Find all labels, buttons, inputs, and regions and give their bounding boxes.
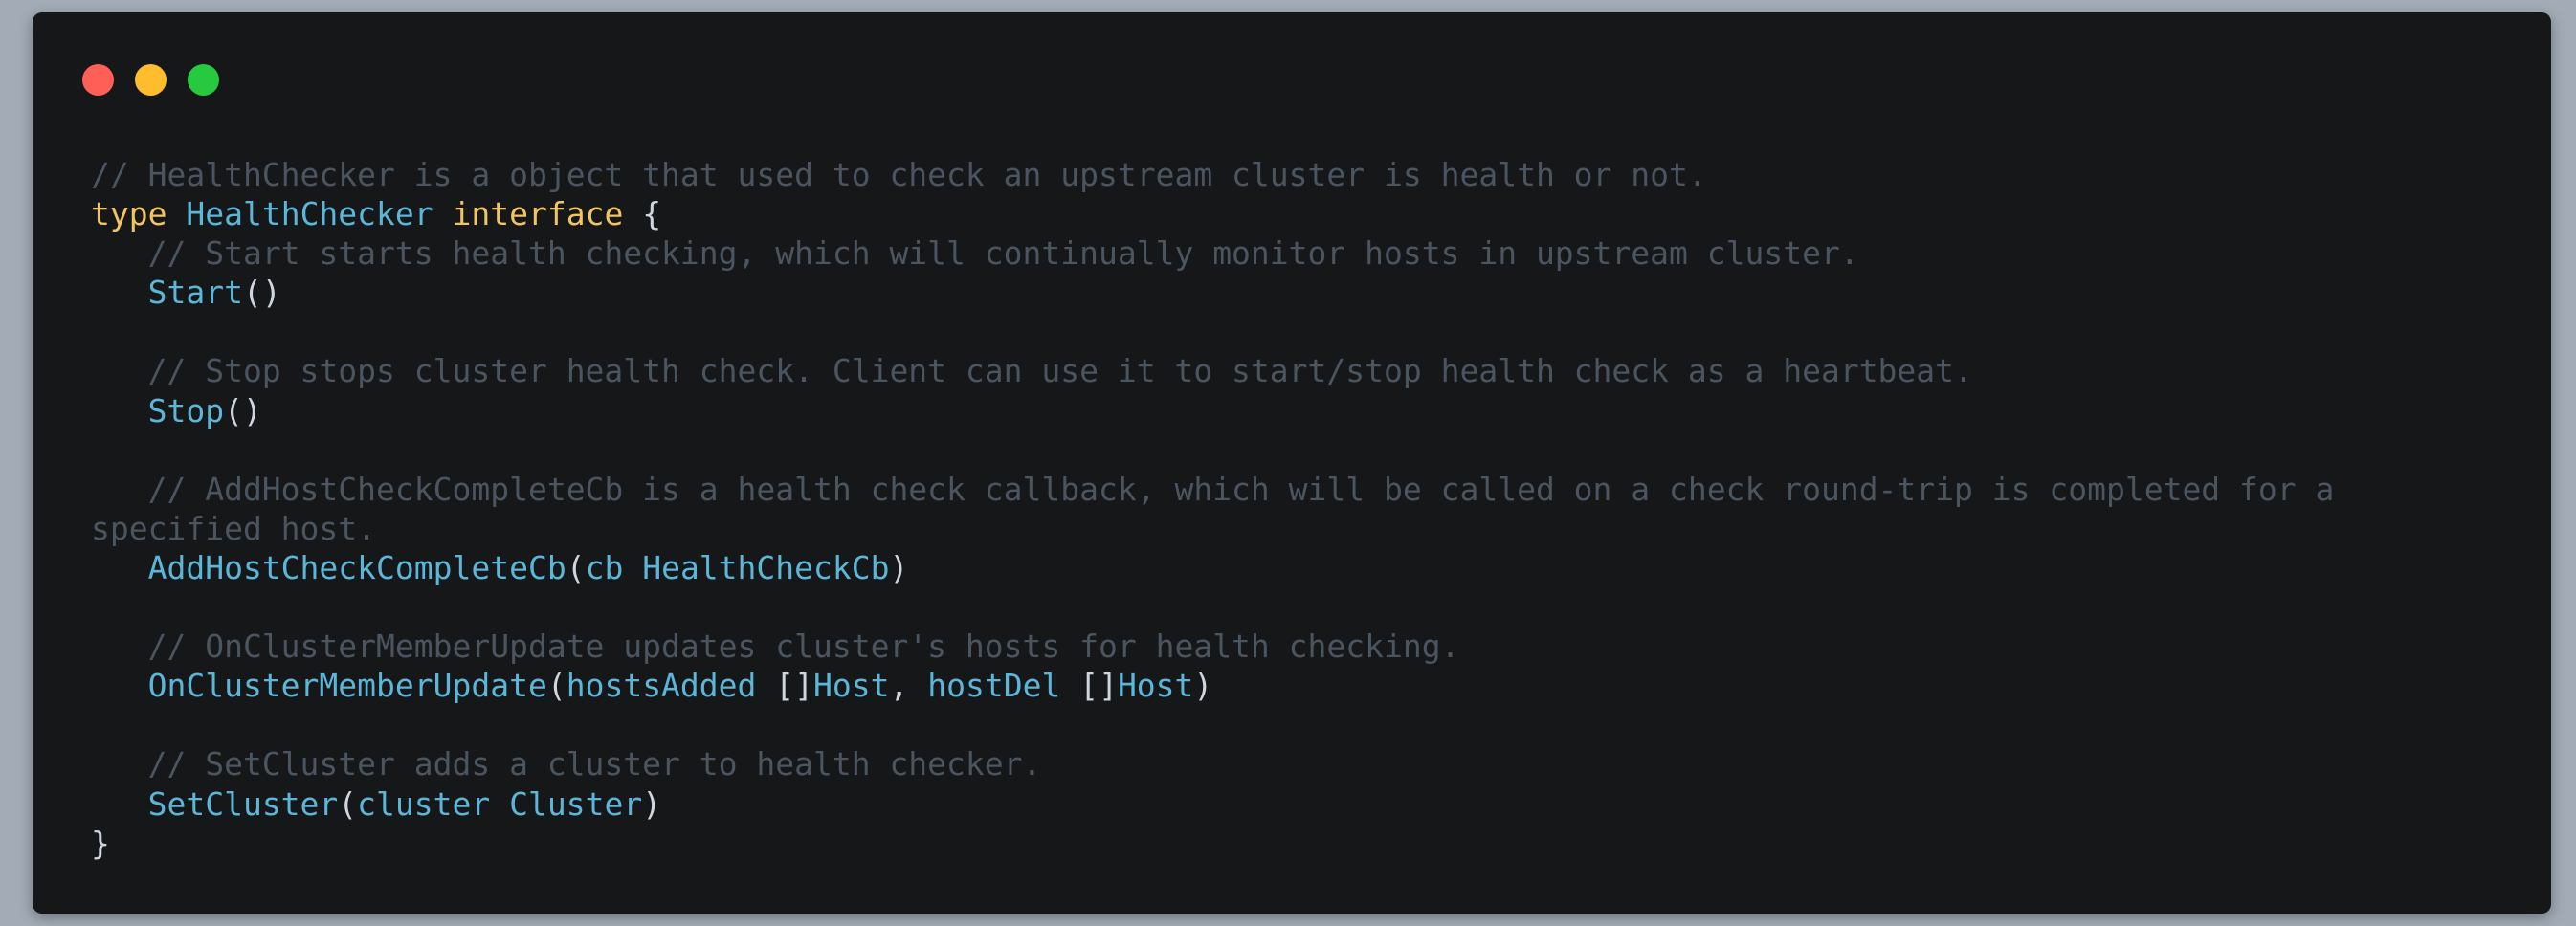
code-block: // HealthChecker is a object that used t… (91, 155, 2521, 863)
code-line: // OnClusterMemberUpdate updates cluster… (91, 627, 2521, 666)
code-line: Start() (91, 273, 2521, 312)
code-line: SetCluster(cluster Cluster) (91, 784, 2521, 824)
code-token-param: hostsAdded (566, 667, 757, 705)
window-controls (82, 64, 219, 96)
code-token-cmt: specified host. (91, 509, 377, 547)
code-token-cmt: // SetCluster adds a cluster to health c… (91, 745, 1042, 783)
code-line: specified host. (91, 509, 2521, 548)
code-token-punc: [] (1060, 667, 1118, 705)
code-line: Stop() (91, 391, 2521, 430)
code-line: // Stop stops cluster health check. Clie… (91, 351, 2521, 390)
code-token-punc: , (889, 667, 928, 705)
code-line: } (91, 824, 2521, 863)
code-token-cmt: // Start starts health checking, which w… (91, 234, 1859, 273)
code-token-param: hostDel (927, 667, 1061, 705)
code-token-cmt: // AddHostCheckCompleteCb is a health ch… (91, 470, 2335, 508)
code-token-cmt: // Stop stops cluster health check. Clie… (91, 352, 1973, 390)
code-token-punc: ( (566, 548, 586, 586)
code-token-cmt: // HealthChecker is a object that used t… (91, 156, 1707, 193)
code-token-punc: { (623, 195, 662, 233)
code-line: // SetCluster adds a cluster to health c… (91, 744, 2521, 783)
code-token-punc (91, 785, 148, 823)
code-token-typ: Host (1117, 667, 1194, 705)
code-token-kw: interface (452, 195, 624, 233)
code-token-fn: OnClusterMemberUpdate (147, 667, 547, 705)
code-token-punc: ) (642, 784, 662, 823)
code-token-kw: type (91, 195, 167, 233)
code-token-fn: Stop (147, 391, 225, 430)
code-token-punc: } (91, 824, 110, 862)
code-token-fn: Start (147, 274, 243, 312)
code-window: // HealthChecker is a object that used t… (33, 12, 2551, 914)
minimize-button[interactable] (135, 64, 167, 96)
code-token-punc: [] (756, 667, 814, 705)
code-token-punc (433, 195, 453, 232)
code-token-punc: ) (889, 548, 909, 586)
code-token-punc: ( (338, 784, 358, 823)
code-token-cmt: // OnClusterMemberUpdate updates cluster… (91, 628, 1460, 666)
code-token-punc: () (224, 391, 262, 430)
code-token-typ: Cluster (509, 784, 643, 823)
code-line: // Start starts health checking, which w… (91, 233, 2521, 273)
code-line: type HealthChecker interface { (91, 194, 2521, 233)
code-token-punc: ( (546, 667, 566, 705)
code-token-fn: SetCluster (147, 784, 339, 823)
code-token-typ: Host (813, 667, 890, 705)
code-token-punc: () (242, 274, 281, 312)
code-line: OnClusterMemberUpdate(hostsAdded []Host,… (91, 666, 2521, 705)
code-token-typ: HealthCheckCb (642, 548, 890, 586)
code-token-punc (490, 785, 509, 823)
code-token-typ: HealthChecker (186, 195, 433, 233)
code-token-param: cluster (357, 784, 491, 823)
code-line: AddHostCheckCompleteCb(cb HealthCheckCb) (91, 548, 2521, 587)
close-button[interactable] (82, 64, 114, 96)
code-line: // AddHostCheckCompleteCb is a health ch… (91, 470, 2521, 509)
code-line: // HealthChecker is a object that used t… (91, 155, 2521, 194)
code-token-punc (167, 195, 186, 232)
code-token-punc (623, 549, 642, 586)
code-token-punc (91, 549, 148, 586)
code-token-punc (91, 667, 148, 704)
code-token-fn: AddHostCheckCompleteCb (147, 548, 566, 586)
code-token-punc (91, 274, 148, 311)
code-token-param: cb (585, 548, 624, 586)
code-token-punc (91, 392, 148, 430)
zoom-button[interactable] (188, 64, 219, 96)
code-token-punc: ) (1193, 667, 1213, 705)
